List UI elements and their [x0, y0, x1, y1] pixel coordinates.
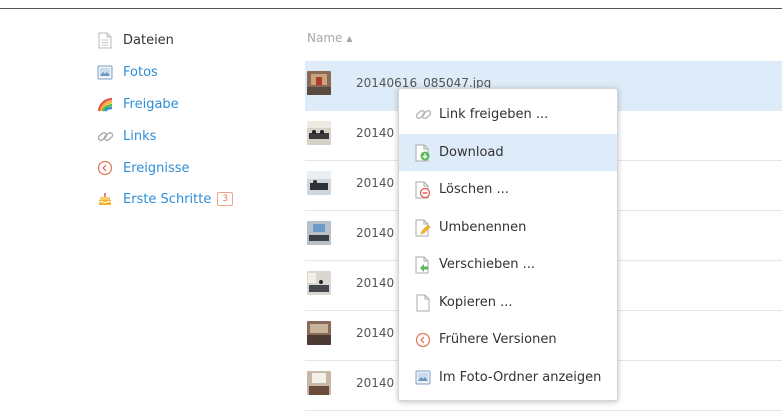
menu-item-label: Verschieben ... [439, 257, 536, 272]
image-thumbnail [307, 121, 331, 145]
image-thumbnail [307, 321, 331, 345]
menu-item-download[interactable]: Download [399, 134, 617, 171]
sidebar-item-dateien[interactable]: Dateien [96, 29, 174, 51]
file-name: 20140 [356, 276, 395, 290]
cake-icon [96, 190, 114, 208]
sidebar-item-label: Links [123, 128, 157, 144]
sidebar-item-freigabe[interactable]: Freigabe [96, 93, 179, 115]
menu-item-label: Frühere Versionen [439, 332, 557, 347]
sidebar-item-links[interactable]: Links [96, 125, 156, 147]
menu-item-label: Löschen ... [439, 182, 509, 197]
sidebar-item-fotos[interactable]: Fotos [96, 61, 158, 83]
file-name: 20140 [356, 326, 395, 340]
photo-icon [414, 368, 432, 388]
image-thumbnail [307, 221, 331, 245]
menu-item-umbenennen[interactable]: Umbenennen [399, 209, 617, 246]
menu-item-verschieben[interactable]: Verschieben ... [399, 246, 617, 283]
menu-item-label: Link freigeben ... [439, 107, 549, 122]
rename-icon [414, 218, 432, 238]
sort-ascending-icon: ▲ [346, 34, 353, 43]
sidebar-item-label: Dateien [123, 32, 174, 48]
file-icon [96, 31, 114, 49]
sidebar-item-label: Erste Schritte [123, 191, 212, 207]
download-icon [414, 143, 432, 163]
sidebar-item-ereignisse[interactable]: Ereignisse [96, 157, 190, 179]
link-icon [96, 127, 114, 145]
sidebar-item-erste-schritte[interactable]: Erste Schritte 3 [96, 188, 234, 210]
count-badge: 3 [217, 192, 234, 206]
menu-item-foto-ordner[interactable]: Im Foto-Ordner anzeigen [399, 359, 617, 396]
image-thumbnail [307, 371, 331, 395]
menu-item-label: Umbenennen [439, 220, 527, 235]
sidebar-item-label: Ereignisse [123, 160, 190, 176]
photo-icon [96, 63, 114, 81]
context-menu: Link freigeben ... Download Löschen ... … [398, 88, 618, 401]
menu-item-label: Im Foto-Ordner anzeigen [439, 370, 602, 385]
sidebar-item-label: Freigabe [123, 96, 179, 112]
image-thumbnail [307, 271, 331, 295]
menu-item-loeschen[interactable]: Löschen ... [399, 171, 617, 208]
file-name: 20140 [356, 226, 395, 240]
menu-item-kopieren[interactable]: Kopieren ... [399, 284, 617, 321]
share-icon [96, 95, 114, 113]
menu-item-link-freigeben[interactable]: Link freigeben ... [399, 96, 617, 133]
sidebar-item-label: Fotos [123, 64, 158, 80]
file-name: 20140 [356, 376, 395, 390]
column-header-name[interactable]: Name ▲ [307, 31, 353, 45]
link-icon [414, 105, 432, 125]
column-header-label: Name [307, 31, 343, 45]
image-thumbnail [307, 171, 331, 195]
history-icon [414, 330, 432, 350]
menu-item-fruehere-versionen[interactable]: Frühere Versionen [399, 321, 617, 358]
move-icon [414, 255, 432, 275]
copy-icon [414, 293, 432, 313]
file-name: 20140 [356, 176, 395, 190]
file-name: 20140 [356, 126, 395, 140]
menu-item-label: Kopieren ... [439, 295, 513, 310]
menu-item-label: Download [439, 145, 504, 160]
delete-icon [414, 180, 432, 200]
image-thumbnail [307, 71, 331, 95]
history-icon [96, 159, 114, 177]
